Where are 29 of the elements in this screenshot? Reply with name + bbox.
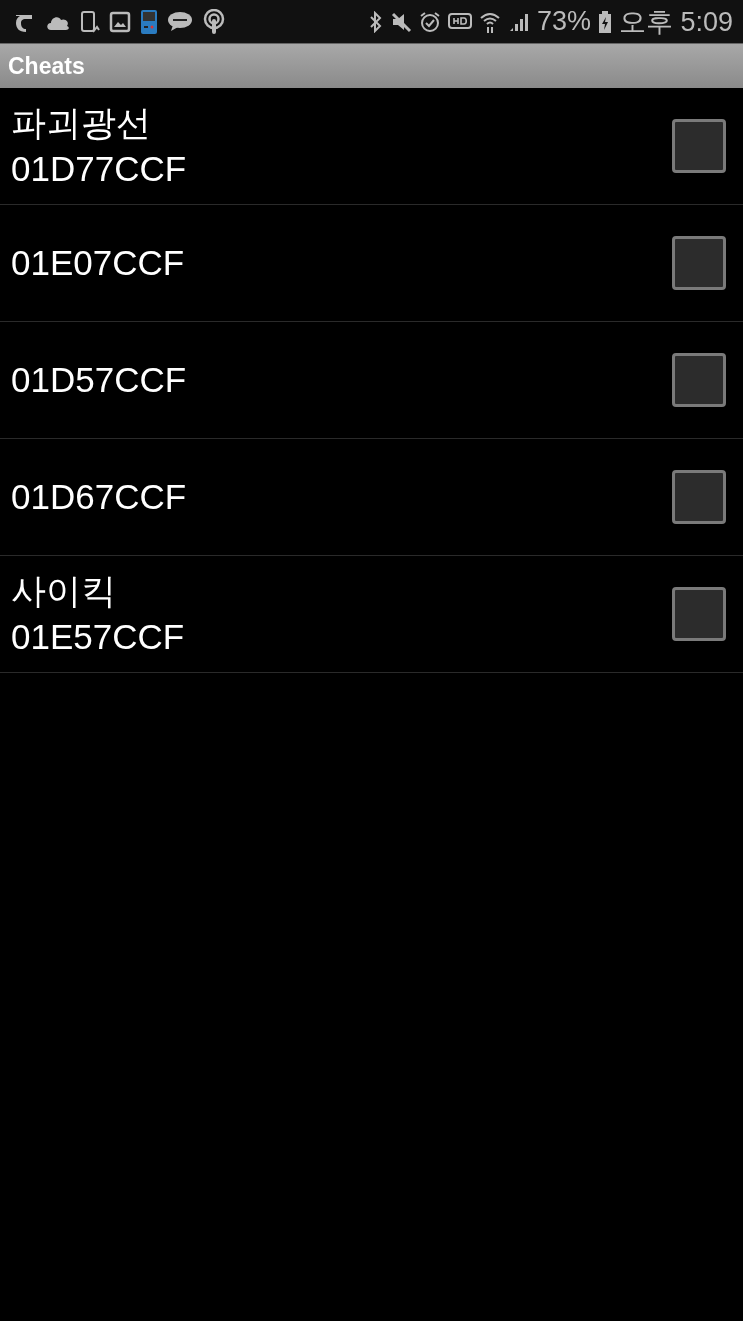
cheat-code: 01E57CCF: [11, 616, 185, 658]
game-console-icon: [140, 8, 158, 35]
screen-title: Cheats: [8, 52, 85, 80]
mute-icon: [389, 10, 412, 33]
cheat-code: 01D77CCF: [11, 148, 187, 190]
cheat-code: 01D67CCF: [11, 476, 187, 518]
cheat-row[interactable]: 파괴광선 01D77CCF: [0, 88, 743, 205]
cheat-row[interactable]: 01D57CCF: [0, 322, 743, 439]
phone-transfer-icon: [80, 9, 100, 34]
cheat-code: 01E07CCF: [11, 242, 185, 284]
image-icon: [109, 10, 131, 33]
cheat-row[interactable]: 01D67CCF: [0, 439, 743, 556]
checkbox[interactable]: [672, 119, 726, 173]
cheat-name: 파괴광선: [11, 102, 152, 144]
checkbox[interactable]: [672, 236, 726, 290]
cheat-name: 사이킥: [11, 570, 117, 612]
checkbox[interactable]: [672, 587, 726, 641]
battery-percent: 73%: [536, 6, 591, 37]
battery-charging-icon: [597, 9, 612, 34]
alarm-icon: [418, 10, 441, 33]
checkbox[interactable]: [672, 470, 726, 524]
checkbox[interactable]: [672, 353, 726, 407]
cheat-code: 01D57CCF: [11, 359, 187, 401]
talk-bubble-icon: [167, 10, 193, 33]
cheat-row[interactable]: 01E07CCF: [0, 205, 743, 322]
bluetooth-icon: [368, 10, 383, 33]
clock-time: 오후 5:09: [618, 5, 733, 39]
cheat-row[interactable]: 사이킥 01E57CCF: [0, 556, 743, 673]
podcast-icon: [202, 8, 226, 35]
